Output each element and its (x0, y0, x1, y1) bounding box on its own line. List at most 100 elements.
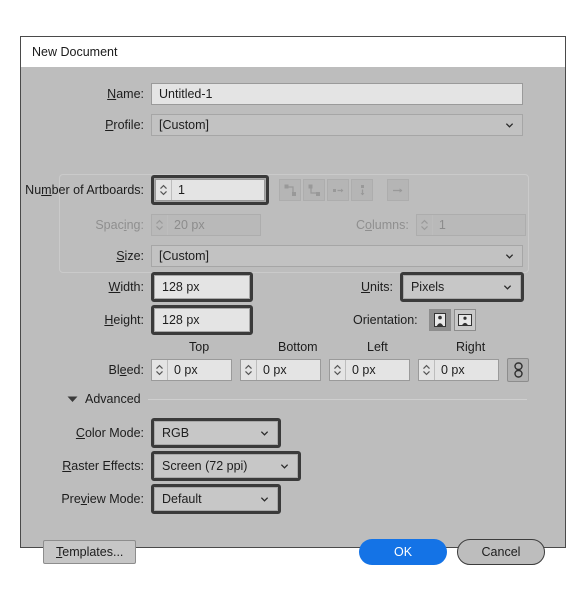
size-row: Size: [Custom] (21, 245, 565, 267)
chain-link-icon (513, 362, 523, 378)
arrange-by-column-button (351, 179, 373, 201)
artboards-stepper[interactable] (156, 180, 172, 200)
chevron-down-icon (260, 497, 269, 502)
ok-button[interactable]: OK (359, 539, 447, 565)
preview-mode-value: Default (162, 492, 202, 506)
orientation-group (428, 309, 479, 331)
units-dropdown-focus-ring: Pixels (399, 272, 524, 302)
raster-effects-value: Screen (72 ppi) (162, 459, 248, 473)
bleed-right-header: Right (456, 340, 486, 354)
spacing-input: 20 px (151, 214, 261, 236)
bleed-left-value: 0 px (352, 363, 376, 377)
cancel-button[interactable]: Cancel (457, 539, 545, 565)
grid-by-column-button (303, 179, 325, 201)
bleed-bottom-value: 0 px (263, 363, 287, 377)
height-label: Height: (104, 313, 144, 327)
width-input[interactable]: 128 px (155, 276, 249, 298)
height-input-focus-ring: 128 px (151, 305, 253, 335)
chevron-down-icon (260, 431, 269, 436)
columns-input: 1 (415, 214, 526, 236)
arrange-column-icon (360, 184, 364, 195)
profile-label: Profile: (105, 118, 144, 132)
advanced-divider (147, 398, 527, 400)
advanced-section-header[interactable]: Advanced (67, 392, 527, 406)
stepper-arrows-icon (156, 364, 163, 376)
right-to-left-layout-button (387, 179, 409, 201)
bleed-top-input[interactable]: 0 px (151, 359, 232, 381)
bleed-top-value: 0 px (174, 363, 198, 377)
bleed-top-stepper[interactable] (152, 360, 168, 380)
bleed-right-input[interactable]: 0 px (418, 359, 499, 381)
height-input[interactable]: 128 px (155, 309, 249, 331)
name-label: Name: (107, 87, 144, 101)
columns-value: 1 (438, 218, 446, 232)
units-label: Units: (361, 280, 393, 294)
portrait-icon (433, 313, 446, 327)
bleed-right-value: 0 px (441, 363, 465, 377)
name-row: Name: Untitled-1 (21, 83, 565, 105)
ok-button-label: OK (393, 545, 413, 559)
profile-dropdown[interactable]: [Custom] (151, 114, 523, 136)
chevron-down-icon (503, 285, 512, 290)
chevron-down-icon (505, 123, 514, 128)
stepper-arrows-icon (334, 364, 341, 376)
height-value: 128 px (162, 313, 200, 327)
arrange-row-icon (332, 188, 343, 192)
width-label: Width: (108, 280, 144, 294)
spacing-value: 20 px (174, 218, 205, 232)
preview-mode-dropdown[interactable]: Default (155, 488, 277, 510)
templates-button-label: Templates... (56, 545, 124, 559)
bleed-right-stepper[interactable] (419, 360, 435, 380)
bleed-left-header: Left (367, 340, 388, 354)
bleed-top-header: Top (189, 340, 210, 354)
orientation-landscape-button[interactable] (453, 309, 476, 331)
height-orientation-row: Height: 128 px Orientation: (21, 305, 565, 335)
units-dropdown[interactable]: Pixels (403, 276, 520, 298)
orientation-portrait-button[interactable] (428, 309, 451, 331)
orientation-label: Orientation: (353, 313, 418, 327)
spacing-stepper (152, 215, 168, 235)
dialog-titlebar: New Document (21, 37, 565, 67)
stepper-arrows-icon (245, 364, 252, 376)
templates-button[interactable]: Templates... (43, 540, 137, 564)
raster-effects-focus-ring: Screen (72 ppi) (151, 451, 301, 481)
width-value: 128 px (162, 280, 200, 294)
chevron-down-icon (280, 464, 289, 469)
dialog-title: New Document (32, 45, 118, 59)
landscape-icon (457, 314, 472, 326)
artboards-value: 1 (178, 183, 185, 197)
bleed-bottom-input[interactable]: 0 px (240, 359, 321, 381)
artboards-input[interactable]: 1 (155, 179, 265, 201)
arrange-by-row-button (327, 179, 349, 201)
preview-mode-label: Preview Mode: (61, 492, 144, 506)
grid-by-row-icon (284, 184, 296, 196)
triangle-down-icon (67, 396, 78, 402)
name-input-value: Untitled-1 (159, 87, 213, 101)
bleed-bottom-stepper[interactable] (241, 360, 257, 380)
bleed-link-button[interactable] (507, 358, 529, 382)
bleed-bottom-header: Bottom (278, 340, 318, 354)
artboards-row: Number of Artboards: 1 (21, 175, 565, 205)
bleed-row: Bleed: 0 px 0 px 0 px 0 px (21, 358, 565, 382)
color-mode-dropdown[interactable]: RGB (155, 422, 277, 444)
bleed-left-input[interactable]: 0 px (329, 359, 410, 381)
raster-effects-row: Raster Effects: Screen (72 ppi) (21, 451, 565, 481)
columns-label: Columns: (356, 218, 409, 232)
profile-value: [Custom] (159, 118, 210, 132)
dialog-footer: Templates... OK Cancel (43, 539, 545, 565)
color-mode-row: Color Mode: RGB (21, 418, 565, 448)
size-dropdown[interactable]: [Custom] (151, 245, 523, 267)
raster-effects-dropdown[interactable]: Screen (72 ppi) (155, 455, 297, 477)
color-mode-value: RGB (162, 426, 190, 440)
spacing-label: Spacing: (95, 218, 144, 232)
bleed-label: Bleed: (108, 363, 144, 377)
width-units-row: Width: 128 px Units: Pixels (21, 272, 565, 302)
color-mode-label: Color Mode: (75, 426, 144, 440)
preview-mode-focus-ring: Default (151, 484, 281, 514)
spacing-columns-row: Spacing: 20 px Columns: 1 (21, 214, 565, 236)
cancel-button-label: Cancel (481, 545, 521, 559)
color-mode-focus-ring: RGB (151, 418, 281, 448)
name-input[interactable]: Untitled-1 (151, 83, 523, 105)
bleed-left-stepper[interactable] (330, 360, 346, 380)
width-input-focus-ring: 128 px (151, 272, 253, 302)
